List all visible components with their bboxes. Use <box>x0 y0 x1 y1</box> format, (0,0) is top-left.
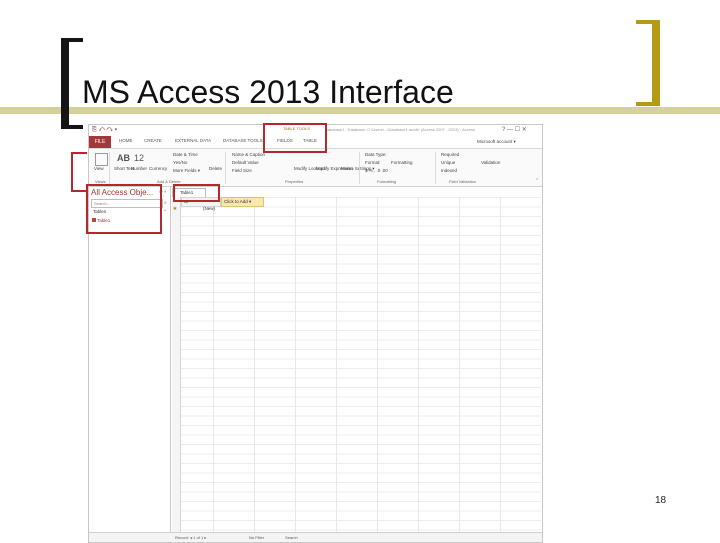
datasheet-grid[interactable] <box>172 197 541 532</box>
filter-indicator[interactable]: No Filter <box>249 535 264 540</box>
short-text-icon[interactable]: AB <box>117 153 130 163</box>
view-button-label[interactable]: View <box>94 166 104 171</box>
page-number: 18 <box>655 495 667 506</box>
new-record-cell[interactable]: (New) <box>203 206 215 211</box>
quick-access-toolbar[interactable]: ⎘ ↶ ↷ ▾ <box>92 127 117 134</box>
new-record-icon: ✱ <box>173 206 177 211</box>
highlight-ribbon-bracket <box>71 152 87 192</box>
tab-external-data[interactable]: EXTERNAL DATA <box>175 138 211 143</box>
currency-button[interactable]: Currency <box>149 166 167 171</box>
record-search-box[interactable]: Search <box>285 535 298 540</box>
data-type-label: Data Type: <box>365 152 387 157</box>
number-format-buttons[interactable]: $ % , .0 .00 <box>365 168 388 173</box>
window-title: Database1 : Database- C:\Users\...\Datab… <box>325 127 475 132</box>
group-field-validation: Field Validation <box>449 179 477 184</box>
date-time-button[interactable]: Date & Time <box>173 152 198 157</box>
ribbon-separator <box>225 152 226 184</box>
collapse-ribbon-icon[interactable]: ⌃ <box>535 178 539 184</box>
ribbon-separator <box>109 152 110 184</box>
required-checkbox[interactable]: Required <box>441 152 459 157</box>
section-collapse-icon[interactable]: ⌃ <box>163 209 167 215</box>
window-controls[interactable]: ? — ☐ ✕ <box>502 126 527 133</box>
tab-file[interactable]: FILE <box>89 136 111 148</box>
yes-no-button[interactable]: Yes/No <box>173 160 187 165</box>
validation-button[interactable]: Validation <box>481 160 500 165</box>
formatting-dropdown[interactable]: Formatting <box>391 160 413 165</box>
number-icon[interactable]: 12 <box>134 153 144 163</box>
tab-create[interactable]: CREATE <box>144 138 162 143</box>
account-menu[interactable]: Microsoft account ▾ <box>477 139 516 145</box>
view-icon[interactable] <box>95 153 108 166</box>
record-navigator[interactable]: Record: ◂ 1 of 1 ▸ <box>175 535 206 540</box>
click-to-add-header[interactable]: Click to Add ▾ <box>221 197 264 207</box>
right-bracket-decoration <box>652 20 660 106</box>
ribbon: View AB 12 Short Text Number Currency Da… <box>89 149 542 187</box>
slide-title: MS Access 2013 Interface <box>82 74 454 110</box>
number-button[interactable]: Number <box>131 166 147 171</box>
left-bracket-bottom <box>61 125 83 129</box>
indexed-checkbox[interactable]: Indexed <box>441 168 457 173</box>
format-label: Format: <box>365 160 381 165</box>
field-size-label: Field Size <box>232 168 252 173</box>
default-value-button[interactable]: Default Value <box>232 160 259 165</box>
more-fields-button[interactable]: More Fields ▾ <box>173 168 200 174</box>
delete-button[interactable]: Delete <box>209 166 222 171</box>
record-navigation-bar: Record: ◂ 1 of 1 ▸ No Filter Search <box>89 532 542 542</box>
click-to-add-label: Click to Add ▾ <box>224 199 252 204</box>
navigation-pane: All Access Obje... ⊙ « Search... ⌕ Table… <box>89 187 171 542</box>
name-caption-button[interactable]: Name & Caption <box>232 152 265 157</box>
unique-checkbox[interactable]: Unique <box>441 160 455 165</box>
left-bracket-top <box>61 38 83 42</box>
highlight-document-tab <box>173 184 220 202</box>
tab-home[interactable]: HOME <box>119 138 133 143</box>
right-bracket-bottom <box>636 102 660 106</box>
ribbon-separator <box>435 152 436 184</box>
highlight-navigation-pane <box>86 184 162 234</box>
datasheet-area: Table1 ✕ ID Click to Add ▾ ✱ (New) <box>171 187 542 542</box>
group-properties: Properties <box>285 179 304 184</box>
tab-database-tools[interactable]: DATABASE TOOLS <box>223 138 263 143</box>
row-selector-column[interactable] <box>172 197 181 532</box>
group-formatting: Formatting <box>377 179 397 184</box>
highlight-table-tools <box>263 123 327 153</box>
right-bracket-top <box>636 20 660 24</box>
search-icon[interactable]: ⌕ <box>164 200 167 206</box>
left-bracket-decoration <box>61 38 69 129</box>
ribbon-separator <box>359 152 360 184</box>
